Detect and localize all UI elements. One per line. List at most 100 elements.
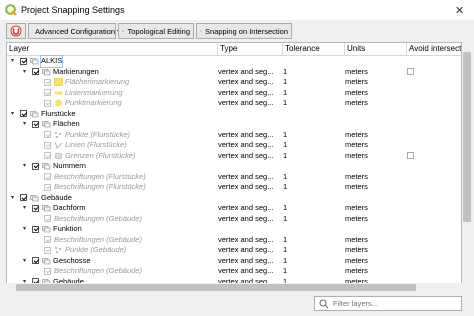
table-row[interactable]: Beschriftungen (Gebäude) vertex and seg..… [7, 235, 461, 246]
snapping-type-cell[interactable]: vertex and seg... [218, 77, 273, 88]
advanced-configuration-button[interactable]: Advanced Configuration ▾ [28, 23, 120, 39]
table-row[interactable]: Beschriftungen (Flurstücke) vertex and se… [7, 182, 461, 193]
snapping-type-cell[interactable]: vertex and seg... [218, 88, 273, 99]
units-cell[interactable]: meters [345, 182, 368, 193]
units-cell[interactable]: meters [345, 214, 368, 225]
table-row[interactable]: Linienmarkierung vertex and seg... 1 meters [7, 88, 461, 99]
chevron-down-icon[interactable]: ▾ [23, 67, 29, 78]
units-cell[interactable]: meters [345, 266, 368, 277]
horizontal-scroll-thumb[interactable] [16, 284, 416, 291]
units-cell[interactable]: meters [345, 245, 368, 256]
tolerance-cell[interactable]: 1 [283, 235, 287, 246]
table-row[interactable]: Beschriftungen (Flurstücke) vertex and se… [7, 172, 461, 183]
layer-checkbox[interactable] [32, 120, 39, 128]
tolerance-cell[interactable]: 1 [283, 256, 287, 267]
snapping-type-cell[interactable]: vertex and seg... [218, 172, 273, 183]
chevron-down-icon[interactable]: ▾ [11, 193, 17, 204]
layer-checkbox[interactable] [44, 78, 51, 86]
tolerance-cell[interactable]: 1 [283, 172, 287, 183]
table-row[interactable]: Linien (Flurstücke) vertex and seg... 1 met… [7, 140, 461, 151]
vertical-scrollbar[interactable] [462, 42, 472, 292]
tolerance-cell[interactable]: 1 [283, 98, 287, 109]
layer-checkbox[interactable] [32, 225, 39, 233]
layer-checkbox[interactable] [32, 68, 39, 75]
chevron-down-icon[interactable]: ▾ [11, 109, 17, 120]
filter-layers-field[interactable] [314, 296, 462, 311]
units-cell[interactable]: meters [345, 151, 368, 162]
tolerance-cell[interactable]: 1 [283, 245, 287, 256]
table-row[interactable]: ▾ Nummern [7, 161, 461, 172]
topological-editing-button[interactable]: Topological Editing [118, 23, 194, 39]
tolerance-cell[interactable]: 1 [283, 182, 287, 193]
layer-checkbox[interactable] [44, 131, 51, 138]
table-row[interactable]: ▾ Geschosse vertex and seg... 1 meters [7, 256, 461, 267]
tolerance-cell[interactable]: 1 [283, 140, 287, 151]
layer-checkbox[interactable] [44, 89, 51, 96]
avoid-intersection-checkbox[interactable] [407, 67, 414, 75]
snapping-type-cell[interactable]: vertex and seg... [218, 98, 273, 109]
layer-checkbox[interactable] [44, 141, 51, 149]
tolerance-cell[interactable]: 1 [283, 203, 287, 214]
column-header-type[interactable]: Type [218, 43, 283, 55]
units-cell[interactable]: meters [345, 140, 368, 151]
layer-checkbox[interactable] [44, 267, 51, 275]
layer-checkbox[interactable] [44, 215, 51, 222]
tolerance-cell[interactable]: 1 [283, 266, 287, 277]
units-cell[interactable]: meters [345, 203, 368, 214]
layer-checkbox[interactable] [44, 236, 51, 243]
layer-checkbox[interactable] [44, 183, 51, 191]
snapping-type-cell[interactable]: vertex and seg... [218, 182, 273, 193]
table-row[interactable]: ▾ Flurstücke [7, 109, 461, 120]
snapping-type-cell[interactable]: vertex and seg... [218, 245, 273, 256]
column-header-units[interactable]: Units [345, 43, 407, 55]
layer-checkbox[interactable] [44, 173, 51, 180]
units-cell[interactable]: meters [345, 256, 368, 267]
chevron-down-icon[interactable]: ▾ [11, 56, 17, 67]
units-cell[interactable]: meters [345, 130, 368, 141]
units-cell[interactable]: meters [345, 98, 368, 109]
chevron-down-icon[interactable]: ▾ [23, 203, 29, 214]
snapping-type-cell[interactable]: vertex and seg... [218, 140, 273, 151]
tolerance-cell[interactable]: 1 [283, 88, 287, 99]
chevron-down-icon[interactable]: ▾ [23, 119, 29, 130]
layer-checkbox[interactable] [44, 246, 51, 254]
units-cell[interactable]: meters [345, 172, 368, 183]
layer-checkbox[interactable] [44, 152, 51, 159]
table-row[interactable]: Punkte (Gebäude) vertex and seg... 1 meters [7, 245, 461, 256]
filter-layers-input[interactable] [333, 299, 453, 308]
layer-checkbox[interactable] [32, 162, 39, 170]
chevron-down-icon[interactable]: ▾ [23, 161, 29, 172]
horizontal-scrollbar[interactable] [6, 283, 462, 292]
snapping-on-intersection-button[interactable]: Snapping on Intersection [196, 23, 292, 39]
table-row[interactable]: Punkte (Flurstücke) vertex and seg... 1 met… [7, 130, 461, 141]
tolerance-cell[interactable]: 1 [283, 151, 287, 162]
snapping-type-cell[interactable]: vertex and seg... [218, 130, 273, 141]
column-header-avoid-intersection[interactable]: Avoid intersectio [407, 43, 461, 55]
layer-checkbox[interactable] [32, 257, 39, 264]
table-row[interactable]: ▾ Markierungen vertex and seg... 1 meters [7, 67, 461, 78]
chevron-down-icon[interactable]: ▾ [23, 224, 29, 235]
layer-checkbox[interactable] [32, 204, 39, 212]
table-row[interactable]: Flächenmarkierung vertex and seg... 1 meter… [7, 77, 461, 88]
table-row[interactable]: ▾ Funktion [7, 224, 461, 235]
tolerance-cell[interactable]: 1 [283, 130, 287, 141]
snapping-toggle-button[interactable] [6, 23, 26, 39]
table-row[interactable]: ▾ Gebäude [7, 193, 461, 204]
units-cell[interactable]: meters [345, 235, 368, 246]
table-row[interactable]: ▾ Dachform vertex and seg... 1 meters [7, 203, 461, 214]
snapping-type-cell[interactable]: vertex and seg... [218, 256, 273, 267]
tolerance-cell[interactable]: 1 [283, 77, 287, 88]
avoid-intersection-checkbox[interactable] [407, 151, 414, 159]
layer-checkbox[interactable] [44, 99, 51, 107]
units-cell[interactable]: meters [345, 88, 368, 99]
units-cell[interactable]: meters [345, 77, 368, 88]
chevron-down-icon[interactable]: ▾ [23, 256, 29, 267]
snapping-type-cell[interactable]: vertex and seg... [218, 266, 273, 277]
snapping-type-cell[interactable]: vertex and seg... [218, 151, 273, 162]
tolerance-cell[interactable]: 1 [283, 67, 287, 78]
snapping-type-cell[interactable]: vertex and seg... [218, 203, 273, 214]
table-row[interactable]: ▾ Flächen [7, 119, 461, 130]
table-row[interactable]: Punktmarkierung vertex and seg... 1 meters [7, 98, 461, 109]
table-row[interactable]: ▾ ALKIS [7, 55, 461, 68]
layer-checkbox[interactable] [20, 194, 27, 201]
